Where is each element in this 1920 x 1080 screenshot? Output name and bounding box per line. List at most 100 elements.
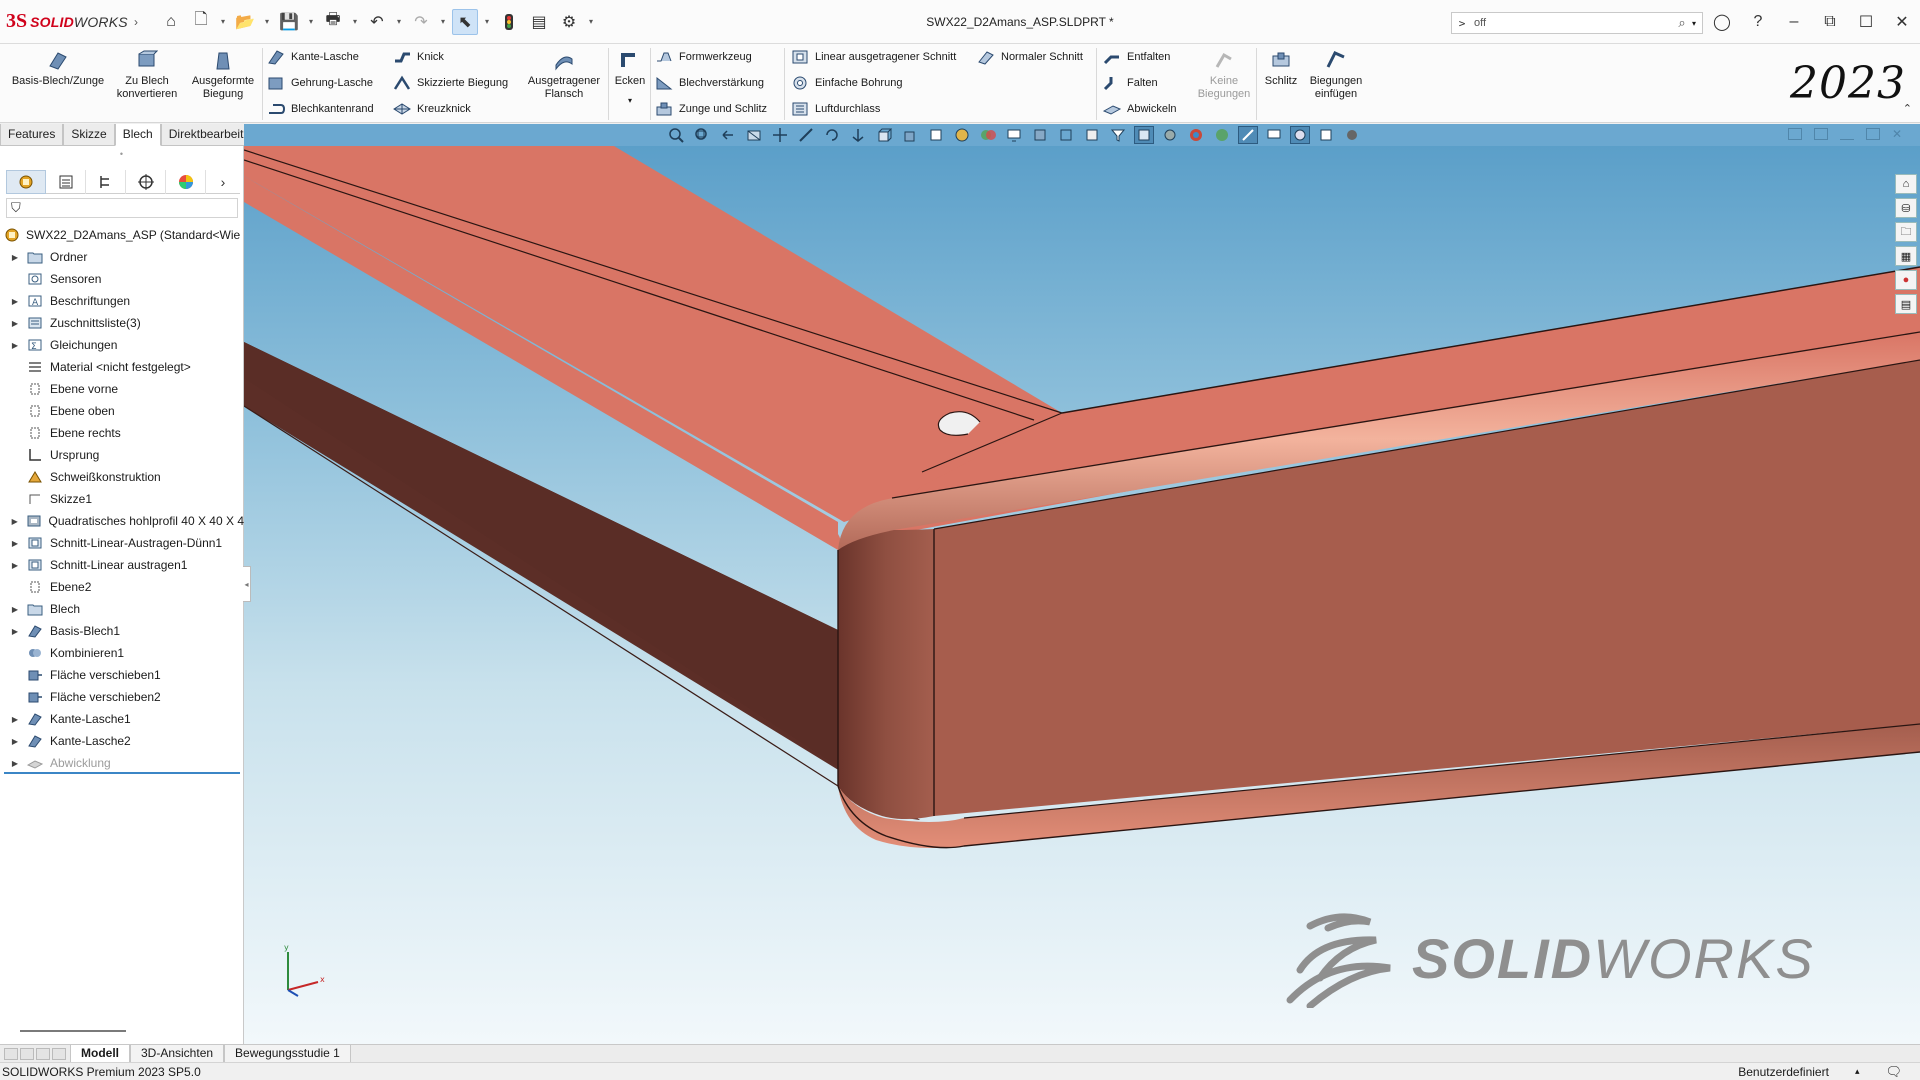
- dynamic-annotation-icon[interactable]: [796, 126, 816, 144]
- perspective-icon[interactable]: [1134, 126, 1154, 144]
- apply-scene-icon[interactable]: [978, 126, 998, 144]
- expand-arrow-icon[interactable]: ▶: [10, 319, 20, 328]
- expand-arrow-icon[interactable]: ▶: [10, 539, 20, 548]
- monitor-icon[interactable]: [1264, 126, 1284, 144]
- command-search-box[interactable]: > off ⌕ ▾: [1451, 12, 1703, 34]
- tree-item-schnitt-linear-austragen-d-nn1[interactable]: ▶ Schnitt-Linear-Austragen-Dünn1: [0, 532, 244, 554]
- solidworks-logo[interactable]: 3S SOLIDWORKS: [0, 0, 128, 44]
- previous-tab-icon[interactable]: [20, 1047, 34, 1060]
- expand-arrow-icon[interactable]: ▶: [10, 737, 20, 746]
- units-menu-icon[interactable]: ▴: [1855, 1066, 1860, 1077]
- expand-arrow-icon[interactable]: ▶: [10, 517, 19, 526]
- convert-to-sheet-metal-button[interactable]: Zu Blech konvertieren: [112, 47, 182, 101]
- appearances-scenes-icon[interactable]: ●: [1895, 270, 1917, 290]
- tree-item-ordner[interactable]: ▶ Ordner: [0, 246, 244, 268]
- search-icon[interactable]: ⌕: [1672, 15, 1692, 31]
- viewport-restore-icon[interactable]: [1866, 128, 1880, 140]
- select-dropdown-icon[interactable]: ▾: [482, 17, 492, 26]
- tree-item-zuschnittsliste-3[interactable]: ▶ Zuschnittsliste(3): [0, 312, 244, 334]
- property-manager-tab[interactable]: [46, 170, 86, 194]
- tree-root-part[interactable]: SWX22_D2Amans_ASP (Standard<Wie be: [0, 224, 244, 246]
- last-tab-icon[interactable]: [52, 1047, 66, 1060]
- expand-arrow-icon[interactable]: ▶: [10, 627, 20, 636]
- edge-flange-button[interactable]: Kante-Lasche: [266, 47, 359, 67]
- custom-properties-icon[interactable]: ▤: [1895, 294, 1917, 314]
- miter-flange-button[interactable]: Gehrung-Lasche: [266, 73, 373, 93]
- forming-tool-button[interactable]: Formwerkzeug: [654, 47, 752, 67]
- tree-item-ursprung[interactable]: Ursprung: [0, 444, 244, 466]
- expand-arrow-icon[interactable]: ▶: [10, 297, 20, 306]
- corners-dropdown-icon[interactable]: ▾: [628, 94, 632, 107]
- flatten-button[interactable]: Abwickeln: [1102, 99, 1177, 119]
- print-dropdown-icon[interactable]: ▾: [350, 17, 360, 26]
- view-palette-icon[interactable]: ▦: [1895, 246, 1917, 266]
- tree-item-ebene2[interactable]: Ebene2: [0, 576, 244, 598]
- tree-item-ebene-rechts[interactable]: Ebene rechts: [0, 422, 244, 444]
- hem-button[interactable]: Blechkantenrand: [266, 99, 374, 119]
- viewport-expand-icon[interactable]: [1814, 128, 1828, 140]
- feature-manager-tab[interactable]: [6, 170, 46, 194]
- search-input[interactable]: off: [1472, 17, 1672, 29]
- wireframe-icon[interactable]: [1056, 126, 1076, 144]
- print-icon[interactable]: 🖶: [320, 9, 346, 35]
- undo-icon[interactable]: ↶: [364, 9, 390, 35]
- file-explorer-icon[interactable]: 🗀: [1895, 222, 1917, 242]
- ambient-occlusion-icon[interactable]: [1290, 126, 1310, 144]
- select-pointer-icon[interactable]: ⬉: [452, 8, 478, 35]
- maximize-icon[interactable]: ☐: [1848, 12, 1884, 32]
- display-style-icon[interactable]: [900, 126, 920, 144]
- tree-item-blech[interactable]: ▶ Blech: [0, 598, 244, 620]
- tree-item-beschriftungen[interactable]: ▶ A Beschriftungen: [0, 290, 244, 312]
- minimize-icon[interactable]: –: [1776, 13, 1812, 31]
- rollback-bar[interactable]: [4, 772, 240, 774]
- fold-button[interactable]: Falten: [1102, 73, 1158, 93]
- feature-tree-filter[interactable]: ⛉: [6, 198, 238, 218]
- corners-button[interactable]: Ecken ▾: [612, 47, 648, 107]
- first-tab-icon[interactable]: [4, 1047, 18, 1060]
- section-view-icon[interactable]: [744, 126, 764, 144]
- menu-expand-icon[interactable]: ›: [128, 15, 144, 29]
- dimxpert-manager-tab[interactable]: [126, 170, 166, 194]
- search-dropdown-icon[interactable]: ▾: [1692, 19, 1702, 28]
- notification-icon[interactable]: 🗨: [1885, 1064, 1902, 1080]
- new-dropdown-icon[interactable]: ▾: [218, 17, 228, 26]
- tree-item-ebene-vorne[interactable]: Ebene vorne: [0, 378, 244, 400]
- options-gear-icon[interactable]: ⚙: [556, 9, 582, 35]
- expand-arrow-icon[interactable]: ▶: [10, 759, 20, 768]
- cross-break-button[interactable]: Kreuzknick: [392, 99, 471, 119]
- jog-button[interactable]: Knick: [392, 47, 444, 67]
- tab-and-slot-button[interactable]: Zunge und Schlitz: [654, 99, 767, 119]
- unit-system[interactable]: Benutzerdefiniert: [1738, 1065, 1829, 1079]
- save-icon[interactable]: 💾: [276, 9, 302, 35]
- extruded-cut-button[interactable]: Linear ausgetragener Schnitt: [790, 47, 956, 67]
- viewport-close-icon[interactable]: ✕: [1892, 128, 1906, 140]
- view-orientation-icon[interactable]: [848, 126, 868, 144]
- tree-item-schwei-konstruktion[interactable]: Schweißkonstruktion: [0, 466, 244, 488]
- new-document-icon[interactable]: 🗋: [188, 9, 214, 35]
- display-manager-tab[interactable]: [166, 170, 206, 194]
- expand-arrow-icon[interactable]: ▶: [10, 605, 20, 614]
- help-icon[interactable]: ?: [1740, 13, 1776, 31]
- sketch-display-icon[interactable]: [1238, 126, 1258, 144]
- next-tab-icon[interactable]: [36, 1047, 50, 1060]
- open-dropdown-icon[interactable]: ▾: [262, 17, 272, 26]
- vent-button[interactable]: Luftdurchlass: [790, 99, 880, 119]
- user-account-icon[interactable]: ◯: [1704, 12, 1740, 32]
- redo-dropdown-icon[interactable]: ▾: [438, 17, 448, 26]
- unfold-button[interactable]: Entfalten: [1102, 47, 1170, 67]
- lofted-bend-button[interactable]: Ausgeformte Biegung: [186, 47, 260, 101]
- filter-icon[interactable]: [1108, 126, 1128, 144]
- pan-icon[interactable]: [770, 126, 790, 144]
- bottom-tab-3d-ansichten[interactable]: 3D-Ansichten: [130, 1044, 225, 1063]
- shadows-icon[interactable]: [1342, 126, 1362, 144]
- tree-item-schnitt-linear-austragen1[interactable]: ▶ Schnitt-Linear austragen1: [0, 554, 244, 576]
- tab-features[interactable]: Features: [0, 124, 64, 146]
- expand-arrow-icon[interactable]: ▶: [10, 715, 20, 724]
- view-settings-icon[interactable]: [1004, 126, 1024, 144]
- expand-arrow-icon[interactable]: ▶: [10, 341, 20, 350]
- hidden-lines-icon[interactable]: [1082, 126, 1102, 144]
- view-cube-icon[interactable]: [874, 126, 894, 144]
- tree-item-quadratisches-hohlprofil-40-x-40-x-4[interactable]: ▶ Quadratisches hohlprofil 40 X 40 X 4: [0, 510, 244, 532]
- shaded-with-edges-icon[interactable]: [1030, 126, 1050, 144]
- tab-skizze[interactable]: Skizze: [63, 124, 115, 146]
